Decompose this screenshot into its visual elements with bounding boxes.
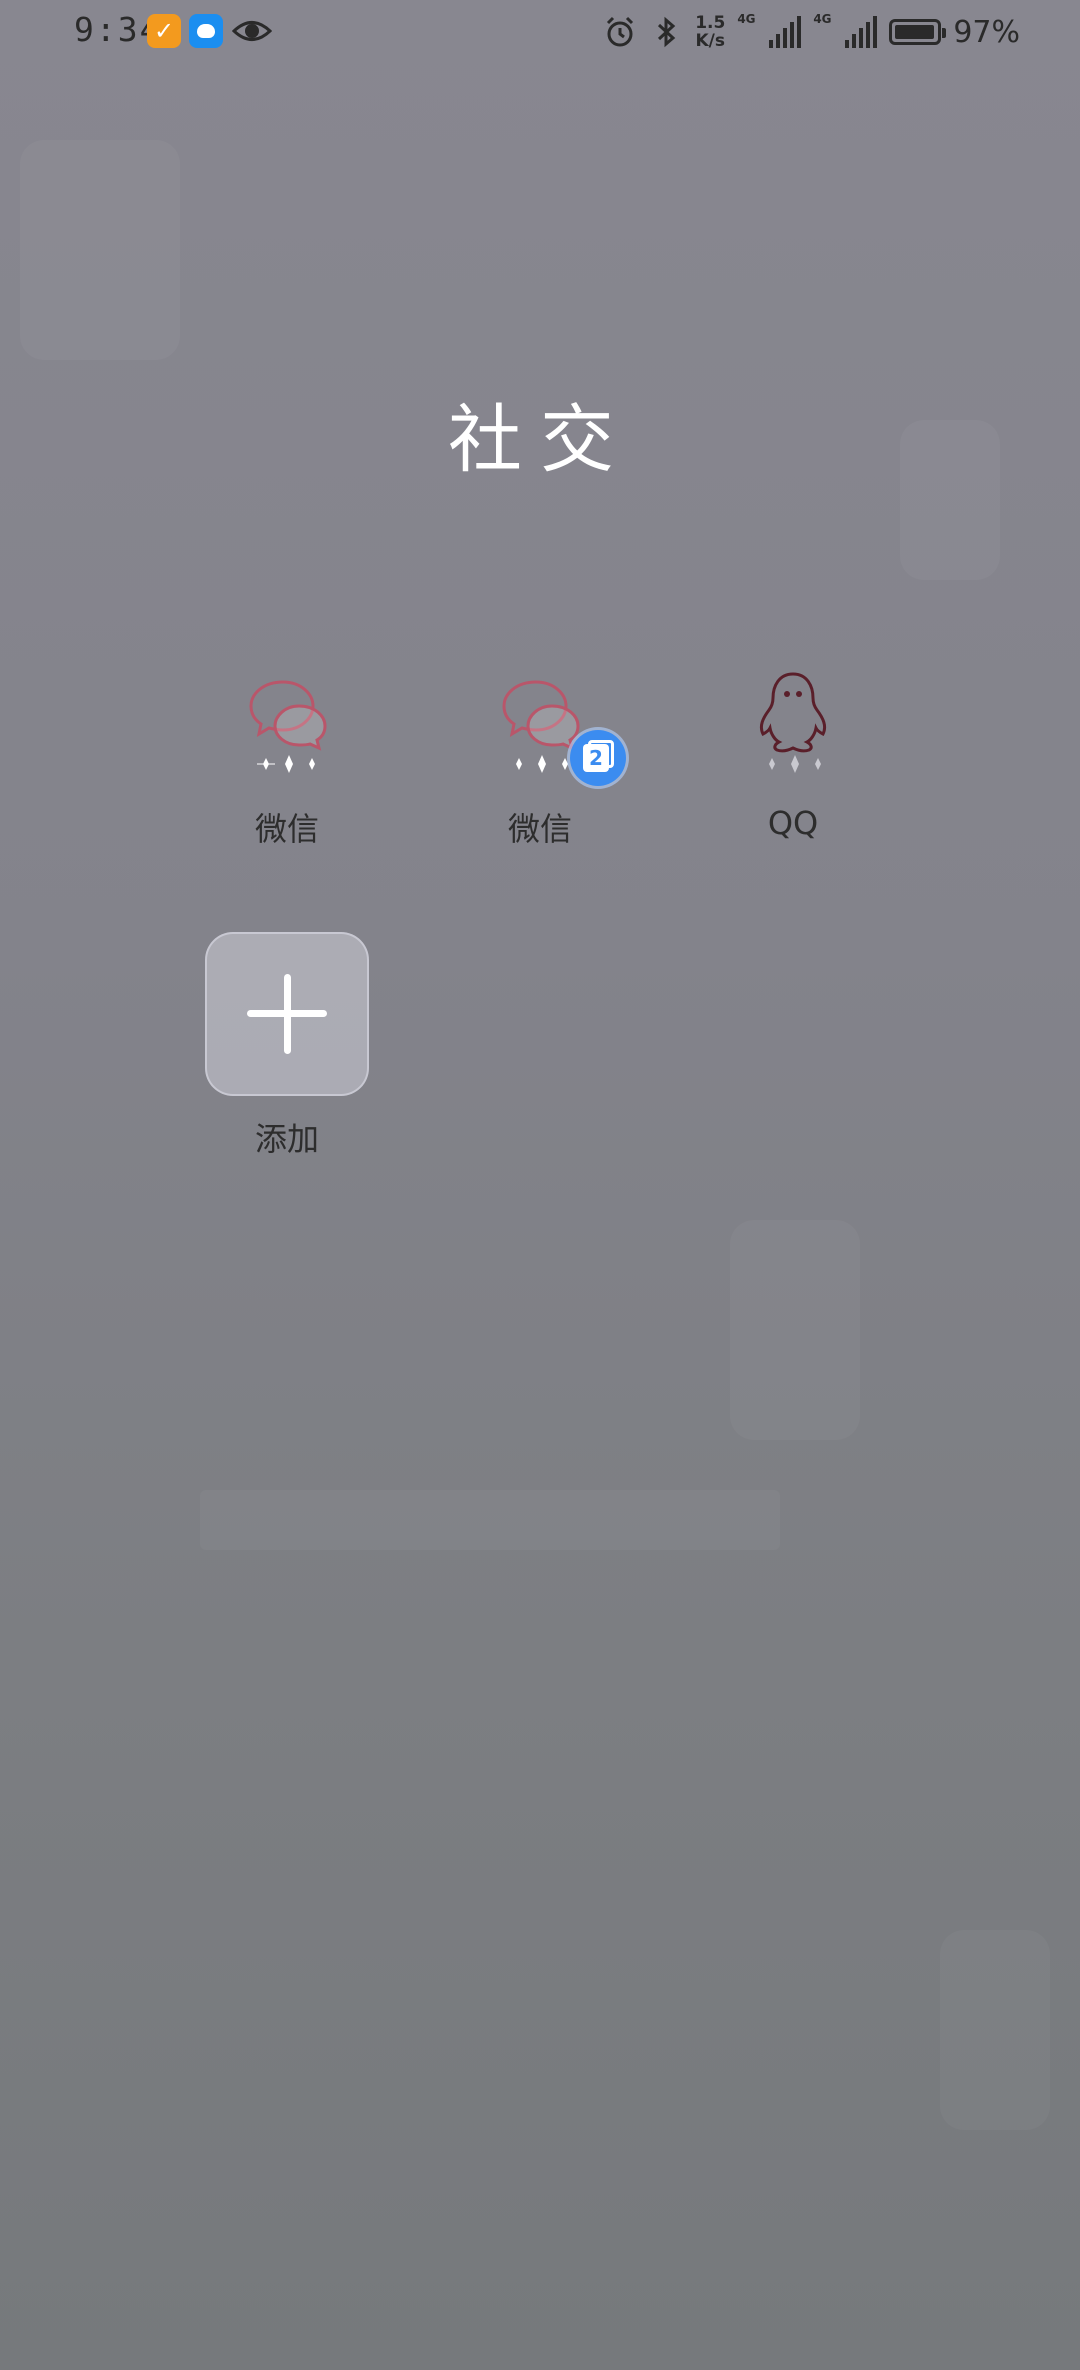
battery-percent: 97%: [953, 14, 1020, 50]
app-wechat[interactable]: 微信: [187, 668, 387, 850]
bluetooth-icon: [658, 16, 676, 48]
app-label: 微信: [507, 810, 572, 848]
add-app-button[interactable]: [205, 932, 369, 1096]
status-bar: 9:34 ✓ 1.5 K/s 4G 4G 97%: [0, 0, 1080, 64]
task-app-icon: ✓: [147, 14, 181, 48]
signal-icon: 4G: [737, 12, 802, 48]
app-icon-wrap: 2: [440, 668, 640, 788]
qq-penguin-icon: [759, 672, 827, 773]
network-speed-unit: K/s: [695, 31, 725, 51]
add-app-label: 添加: [254, 1120, 319, 1158]
clone-badge-number: 2: [583, 744, 609, 772]
background-shape: [200, 1490, 780, 1550]
app-clone-badge: 2: [570, 730, 626, 786]
app-label: QQ: [767, 804, 819, 842]
weather-app-icon: [189, 14, 223, 48]
app-wechat-clone[interactable]: 2 微信: [440, 668, 640, 850]
plus-icon: [284, 974, 291, 1054]
background-shape: [730, 1220, 860, 1440]
alarm-icon: [607, 16, 634, 47]
sim1-tag: 4G: [737, 12, 756, 26]
network-speed: 1.5 K/s: [695, 14, 725, 50]
eye-icon: [232, 21, 272, 41]
status-right-group: 1.5 K/s 4G 4G 97%: [603, 10, 1020, 54]
app-label: 微信: [254, 810, 319, 848]
folder-title[interactable]: 社交: [0, 380, 1080, 487]
app-icon-wrap: [187, 668, 387, 788]
battery-icon: [889, 19, 947, 45]
sim2-tag: 4G: [813, 12, 832, 26]
network-speed-value: 1.5: [695, 13, 726, 33]
app-icon-wrap: [693, 668, 893, 788]
background-shape: [20, 140, 180, 360]
app-qq[interactable]: QQ: [693, 668, 893, 842]
signal-icon: 4G: [813, 12, 878, 48]
battery-fill: [895, 25, 935, 39]
background-shape: [940, 1930, 1050, 2130]
wechat-icon: [249, 680, 327, 773]
